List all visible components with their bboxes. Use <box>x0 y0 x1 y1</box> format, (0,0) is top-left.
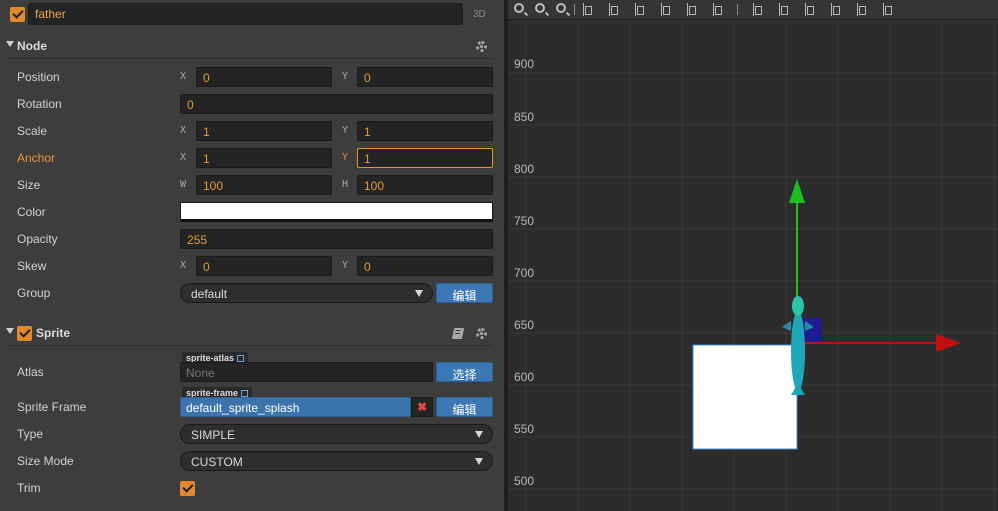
trim-checkbox[interactable] <box>180 481 195 496</box>
distribute-bottom-icon[interactable] <box>805 3 818 16</box>
x-axis-arrow-icon[interactable] <box>936 334 961 352</box>
3d-toggle-label[interactable]: 3D <box>473 9 486 20</box>
y-axis-arrow-icon[interactable] <box>789 179 805 203</box>
size-mode-select[interactable]: CUSTOM <box>180 451 493 471</box>
position-x-axis-label[interactable]: X <box>180 71 186 82</box>
collapse-triangle-icon[interactable] <box>6 41 14 47</box>
dropdown-arrow-icon <box>415 290 423 297</box>
ruler-label: 500 <box>514 474 535 488</box>
sprite-section-title: Sprite <box>36 326 71 340</box>
distribute-right-icon[interactable] <box>857 3 870 16</box>
scene-canvas[interactable] <box>508 21 998 511</box>
trim-label: Trim <box>17 481 41 495</box>
scale-y-axis-label[interactable]: Y <box>342 125 348 136</box>
size-label: Size <box>17 178 41 192</box>
distribute-h-center-icon[interactable] <box>883 3 896 16</box>
skew-y-axis-label[interactable]: Y <box>342 260 348 271</box>
distribute-top-icon[interactable] <box>753 3 766 16</box>
size-height-input[interactable]: 100 <box>357 175 493 195</box>
align-left-icon[interactable] <box>583 3 596 16</box>
ruler-label: 650 <box>514 318 535 332</box>
group-select[interactable]: default <box>180 283 433 303</box>
zoom-out-icon[interactable] <box>535 3 545 13</box>
ruler-label: 750 <box>514 214 535 228</box>
align-top-icon[interactable] <box>661 3 674 16</box>
size-width-input[interactable]: 100 <box>196 175 332 195</box>
scene-toolbar <box>508 0 998 20</box>
size-mode-label: Size Mode <box>17 454 74 468</box>
anchor-y-axis-label[interactable]: Y <box>342 152 348 163</box>
scale-label: Scale <box>17 124 48 138</box>
scene-view[interactable]: 900 850 800 750 700 650 600 550 500 <box>508 0 998 511</box>
dropdown-arrow-icon <box>475 458 483 465</box>
collapse-triangle-icon[interactable] <box>6 328 14 334</box>
size-h-axis-label[interactable]: H <box>342 179 348 190</box>
opacity-label: Opacity <box>17 232 58 246</box>
ruler-label: 900 <box>514 57 535 71</box>
type-select[interactable]: SIMPLE <box>180 424 493 444</box>
zoom-in-icon[interactable] <box>514 3 524 13</box>
type-label: Type <box>17 427 44 441</box>
zoom-reset-icon[interactable] <box>556 3 566 13</box>
node-section-title: Node <box>17 39 47 53</box>
distribute-v-center-icon[interactable] <box>779 3 792 16</box>
distribute-left-icon[interactable] <box>831 3 844 16</box>
sprite-node-rect[interactable] <box>692 344 798 450</box>
align-right-icon[interactable] <box>635 3 648 16</box>
ruler-label: 850 <box>514 110 535 124</box>
atlas-choose-button[interactable]: 选择 <box>436 362 493 382</box>
node-name-input[interactable]: father <box>28 3 463 25</box>
node-settings-gear-icon[interactable] <box>476 41 487 52</box>
position-y-input[interactable]: 0 <box>357 67 493 87</box>
type-select-value: SIMPLE <box>191 428 236 442</box>
sprite-enabled-checkbox[interactable] <box>17 326 32 341</box>
inspector-panel: father 3D Node Position X 0 Y 0 Rotation… <box>0 0 504 511</box>
node-section-header[interactable]: Node <box>0 33 504 59</box>
atlas-asset-field[interactable]: None <box>180 362 433 382</box>
position-y-axis-label[interactable]: Y <box>342 71 348 82</box>
scale-y-input[interactable]: 1 <box>357 121 493 141</box>
ruler-label: 700 <box>514 266 535 280</box>
ruler-label: 550 <box>514 422 535 436</box>
scale-x-axis-label[interactable]: X <box>180 125 186 136</box>
opacity-input[interactable]: 255 <box>180 229 493 249</box>
group-select-value: default <box>191 287 228 301</box>
anchor-y-input[interactable]: 1 <box>357 148 493 168</box>
sprite-frame-edit-button[interactable]: 编辑 <box>436 397 493 417</box>
anchor-label: Anchor <box>17 151 56 165</box>
skew-label: Skew <box>17 259 47 273</box>
external-link-icon[interactable] <box>241 390 249 397</box>
anchor-x-input[interactable]: 1 <box>196 148 332 168</box>
external-link-icon[interactable] <box>237 355 245 362</box>
clear-x-icon[interactable]: ✖ <box>411 397 433 417</box>
sprite-section-header[interactable]: Sprite <box>0 320 504 346</box>
ruler-label: 800 <box>514 162 535 176</box>
rotation-label: Rotation <box>17 97 62 111</box>
skew-x-axis-label[interactable]: X <box>180 260 186 271</box>
anchor-x-axis-label[interactable]: X <box>180 152 186 163</box>
dropdown-arrow-icon <box>475 431 483 438</box>
size-w-axis-label[interactable]: W <box>180 179 186 190</box>
ruler-label: 600 <box>514 370 535 384</box>
group-edit-button[interactable]: 编辑 <box>436 283 493 303</box>
node-active-checkbox[interactable] <box>10 7 25 22</box>
size-mode-select-value: CUSTOM <box>191 455 243 469</box>
color-picker-swatch[interactable] <box>180 202 493 222</box>
group-label: Group <box>17 286 51 300</box>
sprite-settings-gear-icon[interactable] <box>476 328 487 339</box>
help-book-icon[interactable] <box>451 328 465 339</box>
position-x-input[interactable]: 0 <box>196 67 332 87</box>
sprite-frame-label: Sprite Frame <box>17 400 87 414</box>
align-v-center-icon[interactable] <box>687 3 700 16</box>
atlas-label: Atlas <box>17 365 44 379</box>
position-label: Position <box>17 70 60 84</box>
skew-y-input[interactable]: 0 <box>357 256 493 276</box>
align-h-center-icon[interactable] <box>609 3 622 16</box>
sprite-frame-asset-field[interactable]: default_sprite_splash <box>180 397 411 417</box>
rotation-input[interactable]: 0 <box>180 94 493 114</box>
align-bottom-icon[interactable] <box>713 3 726 16</box>
color-label: Color <box>17 205 46 219</box>
scale-x-input[interactable]: 1 <box>196 121 332 141</box>
skew-x-input[interactable]: 0 <box>196 256 332 276</box>
